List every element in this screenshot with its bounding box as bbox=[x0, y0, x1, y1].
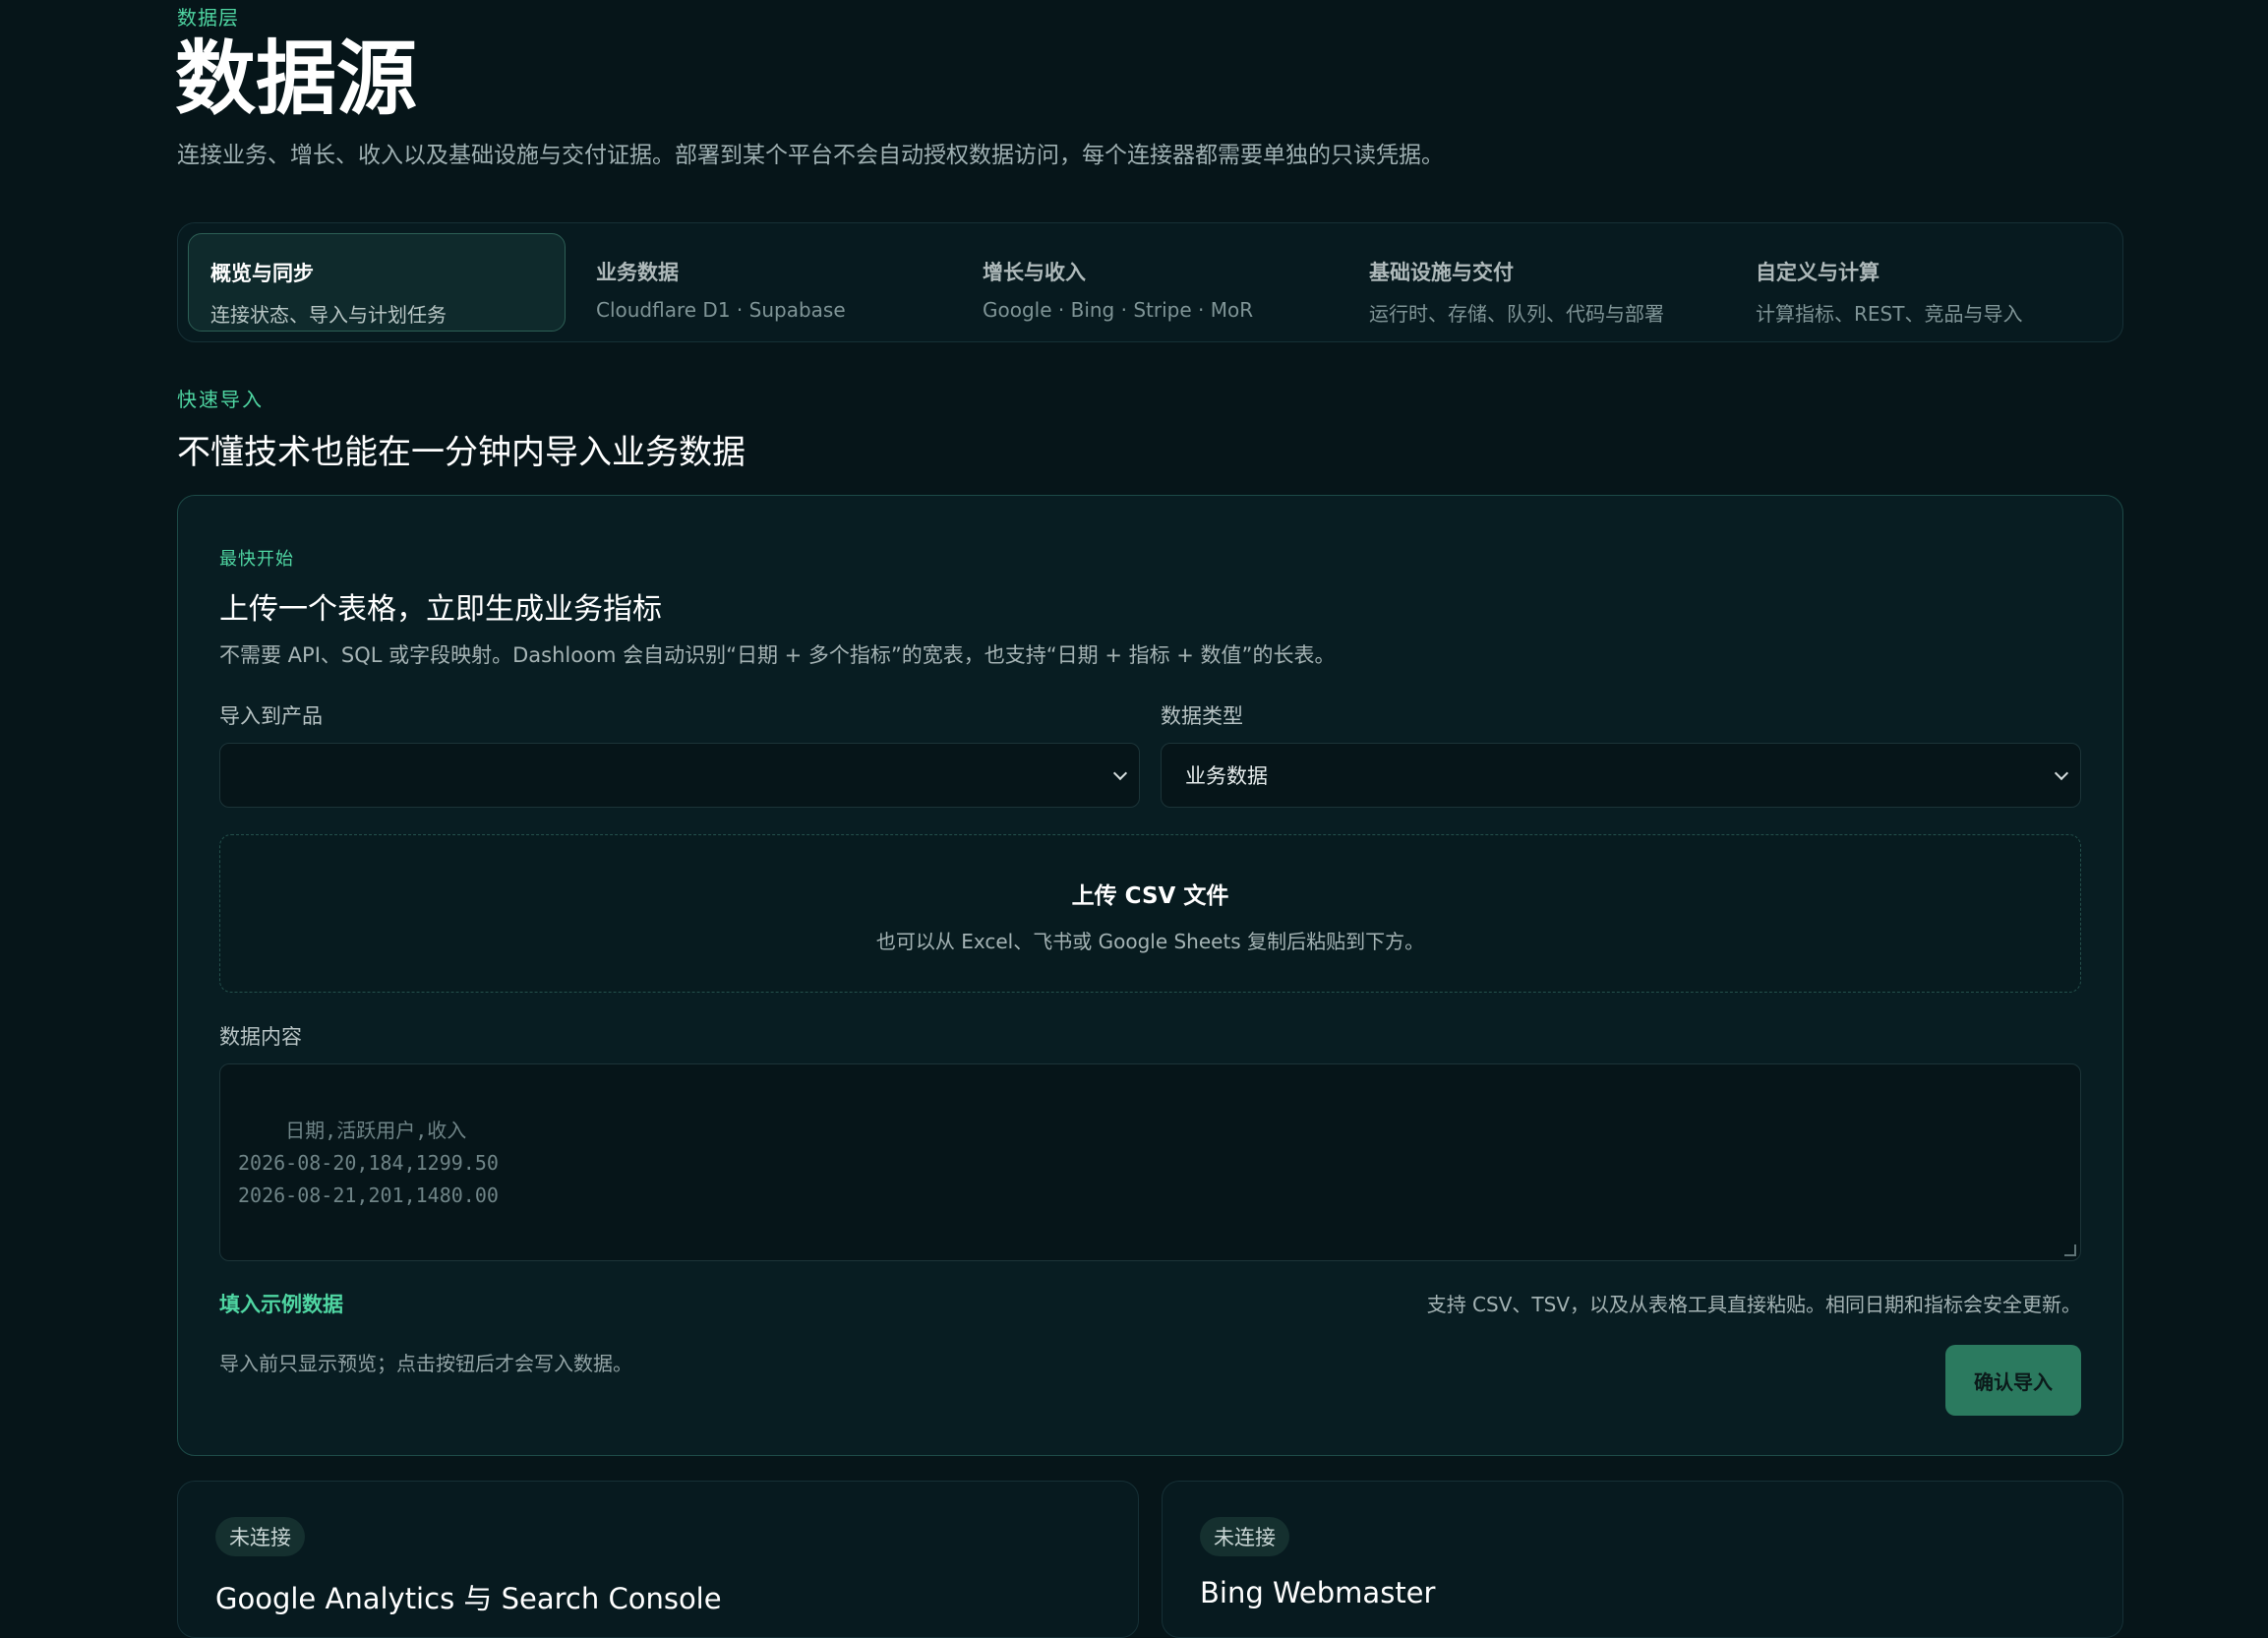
resize-handle-icon[interactable] bbox=[2064, 1244, 2076, 1256]
tab-subtitle: Cloudflare D1 · Supabase bbox=[596, 298, 846, 322]
dropzone-title: 上传 CSV 文件 bbox=[1071, 883, 1229, 909]
product-select[interactable] bbox=[219, 743, 1140, 808]
dropzone-subtitle: 也可以从 Excel、飞书或 Google Sheets 复制后粘贴到下方。 bbox=[875, 930, 1425, 953]
tab-title: 基础设施与交付 bbox=[1369, 261, 1514, 284]
confirm-import-button[interactable]: 确认导入 bbox=[1945, 1345, 2081, 1416]
tab-infrastructure-delivery[interactable]: 基础设施与交付 运行时、存储、队列、代码与部署 bbox=[1347, 233, 1725, 332]
product-select-label: 导入到产品 bbox=[219, 704, 323, 728]
data-content-textarea[interactable]: 日期,活跃用户,收入 2026-08-20,184,1299.50 2026-0… bbox=[219, 1063, 2081, 1261]
import-card: 最快开始 上传一个表格，立即生成业务指标 不需要 API、SQL 或字段映射。D… bbox=[177, 495, 2123, 1456]
connector-title: Google Analytics 与 Search Console bbox=[215, 1582, 722, 1615]
tab-subtitle: 连接状态、导入与计划任务 bbox=[210, 303, 447, 327]
data-type-select-label: 数据类型 bbox=[1161, 704, 1243, 728]
status-badge: 未连接 bbox=[1200, 1517, 1289, 1556]
page-title: 数据源 bbox=[175, 32, 418, 126]
tab-title: 业务数据 bbox=[596, 261, 679, 284]
tab-title: 自定义与计算 bbox=[1756, 261, 1880, 284]
source-tabs: 概览与同步 连接状态、导入与计划任务 业务数据 Cloudflare D1 · … bbox=[177, 222, 2123, 342]
import-card-eyebrow: 最快开始 bbox=[219, 549, 294, 570]
preview-hint: 导入前只显示预览；点击按钮后才会写入数据。 bbox=[219, 1352, 632, 1375]
connector-card-google[interactable]: 未连接 Google Analytics 与 Search Console bbox=[177, 1481, 1139, 1638]
data-type-select[interactable]: 业务数据 bbox=[1161, 743, 2081, 808]
data-content-label: 数据内容 bbox=[219, 1025, 302, 1049]
tab-subtitle: 计算指标、REST、竞品与导入 bbox=[1756, 302, 2023, 326]
csv-upload-dropzone[interactable]: 上传 CSV 文件 也可以从 Excel、飞书或 Google Sheets 复… bbox=[219, 834, 2081, 993]
tab-growth-revenue[interactable]: 增长与收入 Google · Bing · Stripe · MoR bbox=[961, 233, 1339, 332]
import-card-title: 上传一个表格，立即生成业务指标 bbox=[219, 592, 662, 627]
import-card-description: 不需要 API、SQL 或字段映射。Dashloom 会自动识别“日期 + 多个… bbox=[219, 643, 1336, 667]
page-description: 连接业务、增长、收入以及基础设施与交付证据。部署到某个平台不会自动授权数据访问，… bbox=[177, 143, 1444, 168]
tab-business-data[interactable]: 业务数据 Cloudflare D1 · Supabase bbox=[574, 233, 952, 332]
chevron-down-icon bbox=[1112, 765, 1128, 781]
status-badge: 未连接 bbox=[215, 1517, 305, 1556]
tab-custom-compute[interactable]: 自定义与计算 计算指标、REST、竞品与导入 bbox=[1734, 233, 2112, 332]
fill-sample-data-link[interactable]: 填入示例数据 bbox=[219, 1289, 343, 1318]
connector-title: Bing Webmaster bbox=[1200, 1576, 1436, 1609]
support-hint: 支持 CSV、TSV，以及从表格工具直接粘贴。相同日期和指标会安全更新。 bbox=[1426, 1293, 2081, 1316]
quick-import-title: 不懂技术也能在一分钟内导入业务数据 bbox=[177, 433, 746, 472]
tab-subtitle: Google · Bing · Stripe · MoR bbox=[983, 298, 1254, 322]
tab-title: 概览与同步 bbox=[210, 262, 314, 285]
tab-title: 增长与收入 bbox=[983, 261, 1086, 284]
connector-card-bing[interactable]: 未连接 Bing Webmaster bbox=[1162, 1481, 2123, 1638]
chevron-down-icon bbox=[2054, 765, 2069, 781]
data-content-placeholder: 日期,活跃用户,收入 2026-08-20,184,1299.50 2026-0… bbox=[238, 1119, 499, 1207]
data-type-select-value: 业务数据 bbox=[1185, 764, 1268, 788]
quick-import-eyebrow: 快速导入 bbox=[177, 388, 264, 411]
page-eyebrow: 数据层 bbox=[177, 6, 239, 30]
tab-overview-sync[interactable]: 概览与同步 连接状态、导入与计划任务 bbox=[188, 233, 566, 332]
tab-subtitle: 运行时、存储、队列、代码与部署 bbox=[1369, 302, 1664, 326]
